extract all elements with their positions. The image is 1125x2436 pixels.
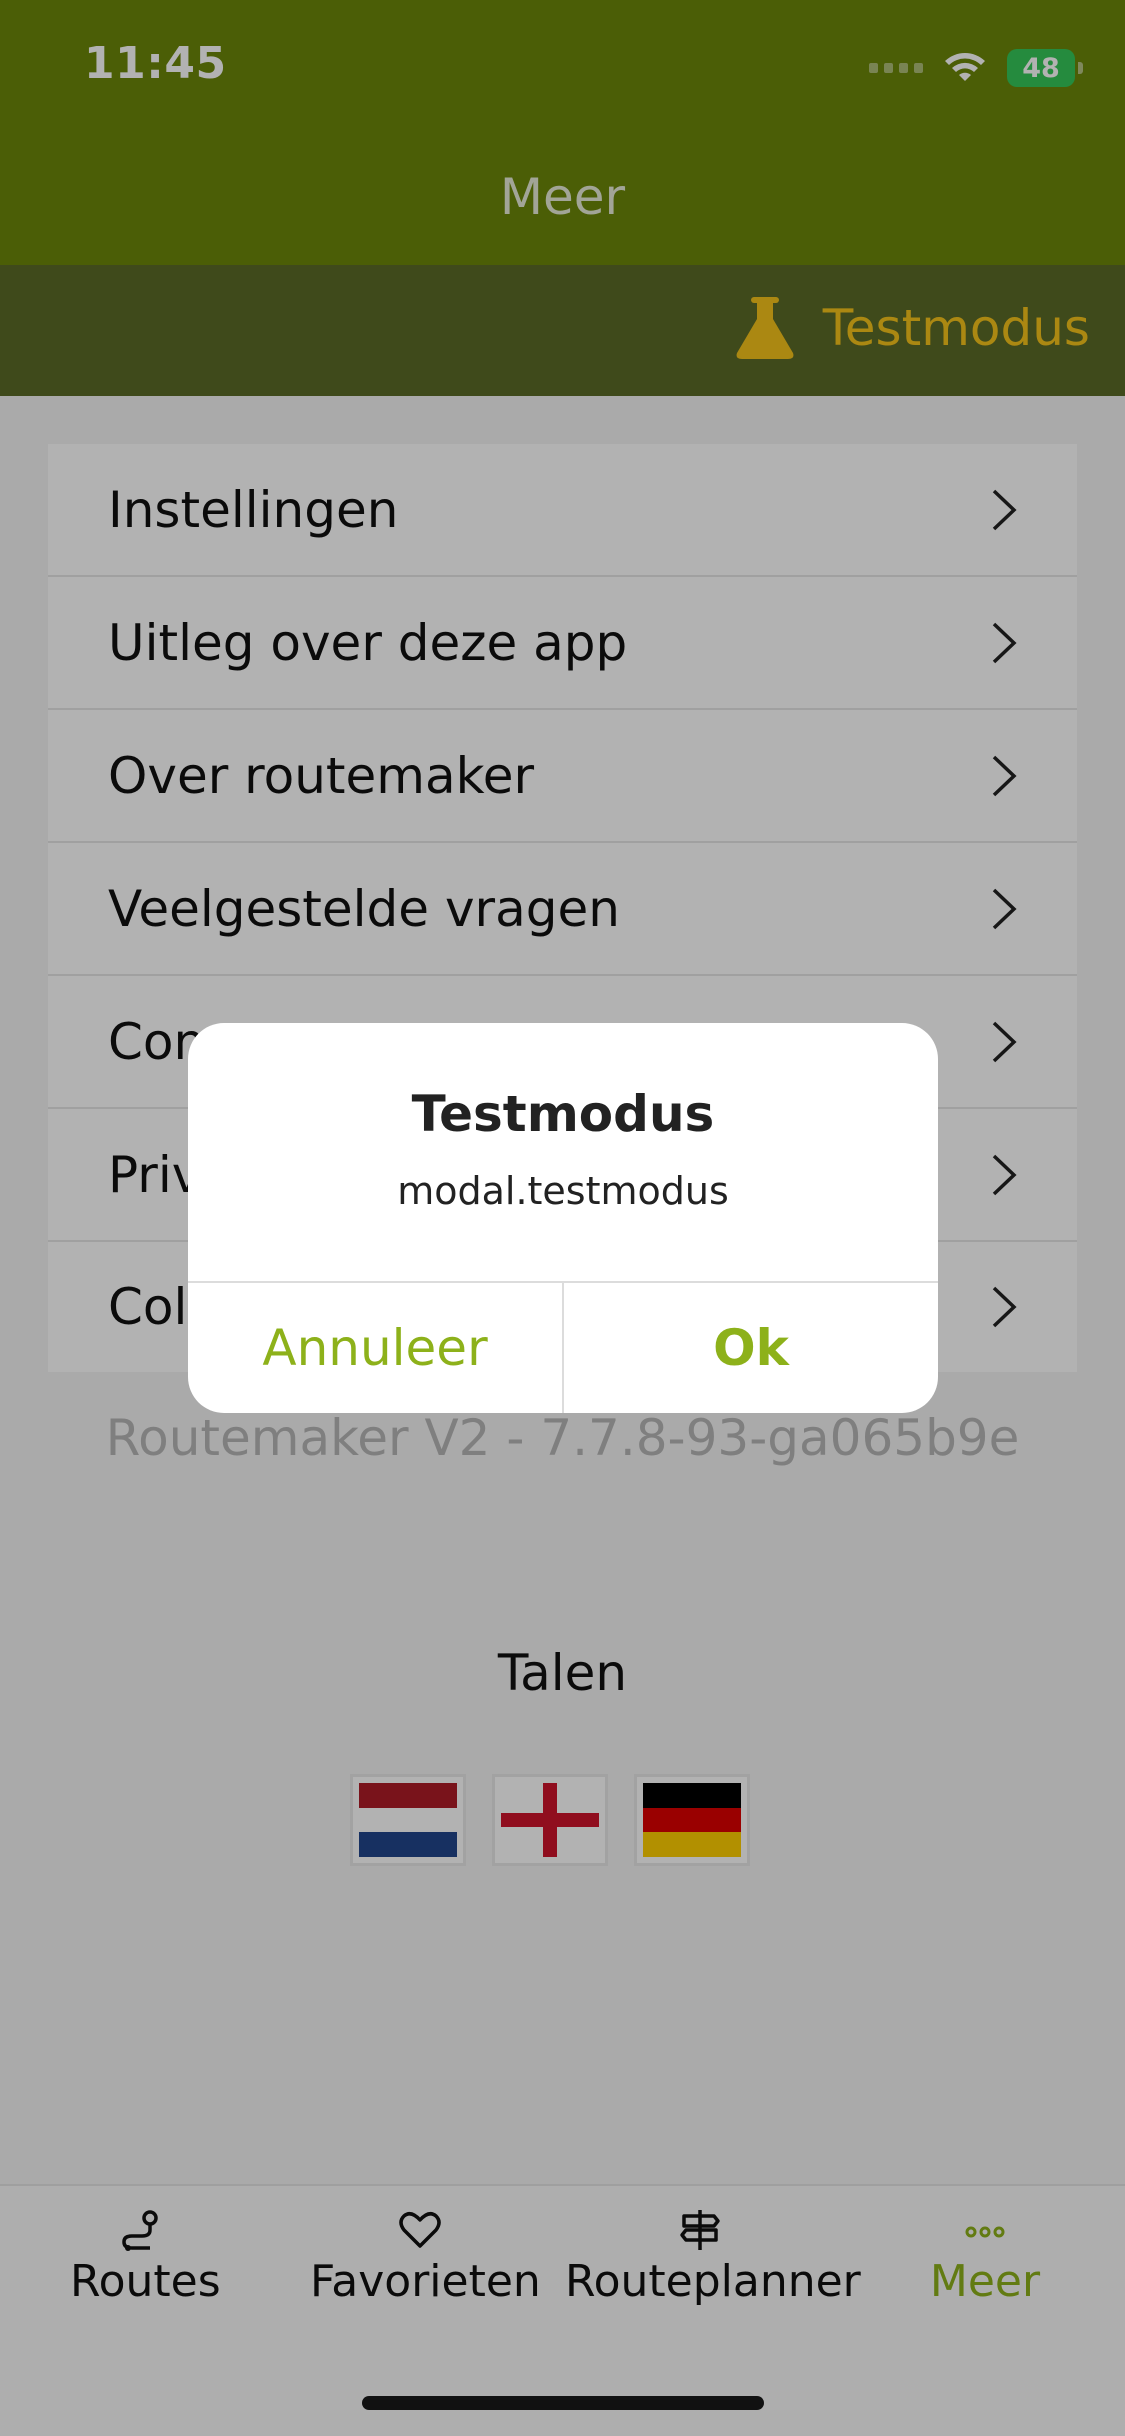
dialog-buttons: Annuleer Ok bbox=[188, 1281, 938, 1413]
app-root: 11:45 48 Meer Testmodus Instellingen Uit… bbox=[0, 0, 1125, 2436]
home-indicator[interactable] bbox=[362, 2396, 764, 2410]
dialog-title: Testmodus bbox=[411, 1085, 715, 1143]
ok-button[interactable]: Ok bbox=[564, 1283, 938, 1413]
dialog-message: modal.testmodus bbox=[397, 1169, 729, 1213]
cancel-button[interactable]: Annuleer bbox=[188, 1283, 564, 1413]
testmode-dialog: Testmodus modal.testmodus Annuleer Ok bbox=[188, 1023, 938, 1413]
